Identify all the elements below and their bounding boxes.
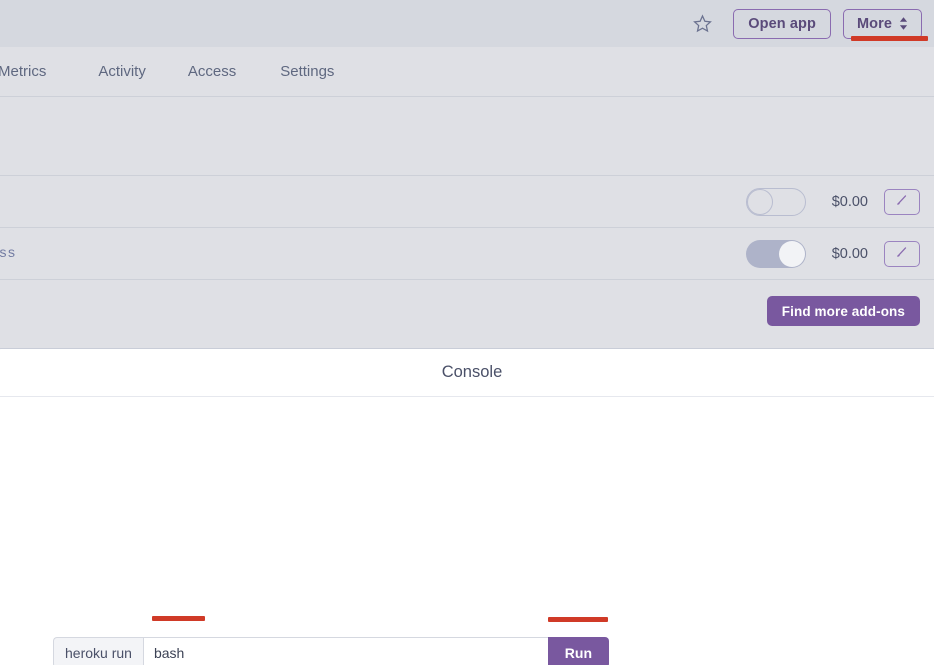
console-panel: Console heroku run Run Try a heroku run … xyxy=(0,348,934,665)
table-row: less $0.00 xyxy=(0,228,934,280)
app-tab-bar: Metrics Activity Access Settings xyxy=(0,47,934,97)
addon-row-controls: $0.00 xyxy=(746,239,934,268)
addon-name: less xyxy=(0,245,16,262)
toggle-knob xyxy=(747,188,773,215)
run-command-button[interactable]: Run xyxy=(547,637,609,665)
tab-settings[interactable]: Settings xyxy=(280,63,334,80)
edit-addon-button[interactable] xyxy=(884,188,920,215)
annotation-underline-command-input xyxy=(152,616,205,621)
tab-access[interactable]: Access xyxy=(188,63,236,80)
annotation-underline-more xyxy=(851,36,928,41)
console-body: heroku run Run Try a heroku run command,… xyxy=(0,397,934,665)
addons-panel-header-area xyxy=(0,98,934,176)
find-more-addons-button[interactable]: Find more add-ons xyxy=(766,296,920,326)
command-prefix-label: heroku run xyxy=(53,637,143,665)
favorite-star-icon[interactable] xyxy=(689,11,715,37)
addon-toggle[interactable] xyxy=(746,239,806,268)
console-header: Console xyxy=(0,349,934,397)
more-button[interactable]: More xyxy=(842,8,922,39)
console-command-form: heroku run Run xyxy=(53,637,609,665)
table-row: $0.00 xyxy=(0,176,934,228)
app-header-bar: Open app More xyxy=(0,0,934,47)
addons-panel: $0.00 less $0.00 xyxy=(0,98,934,345)
addon-price: $0.00 xyxy=(831,193,868,210)
addon-price: $0.00 xyxy=(831,245,868,262)
edit-addon-button[interactable] xyxy=(884,240,920,267)
pencil-icon xyxy=(895,193,909,210)
more-button-label: More xyxy=(856,15,892,32)
toggle-knob xyxy=(779,240,805,267)
tab-activity[interactable]: Activity xyxy=(98,63,146,80)
console-title: Console xyxy=(441,363,503,381)
annotation-underline-run-button xyxy=(548,617,608,622)
open-app-button[interactable]: Open app xyxy=(733,8,831,39)
addon-toggle[interactable] xyxy=(746,187,806,216)
addon-row-controls: $0.00 xyxy=(746,187,934,216)
tab-metrics[interactable]: Metrics xyxy=(0,63,46,80)
addons-panel-footer: Find more add-ons xyxy=(0,280,934,342)
more-menu-wrapper: More xyxy=(842,8,922,39)
pencil-icon xyxy=(895,245,909,262)
chevron-up-down-icon xyxy=(899,17,908,30)
command-input[interactable] xyxy=(142,637,548,665)
